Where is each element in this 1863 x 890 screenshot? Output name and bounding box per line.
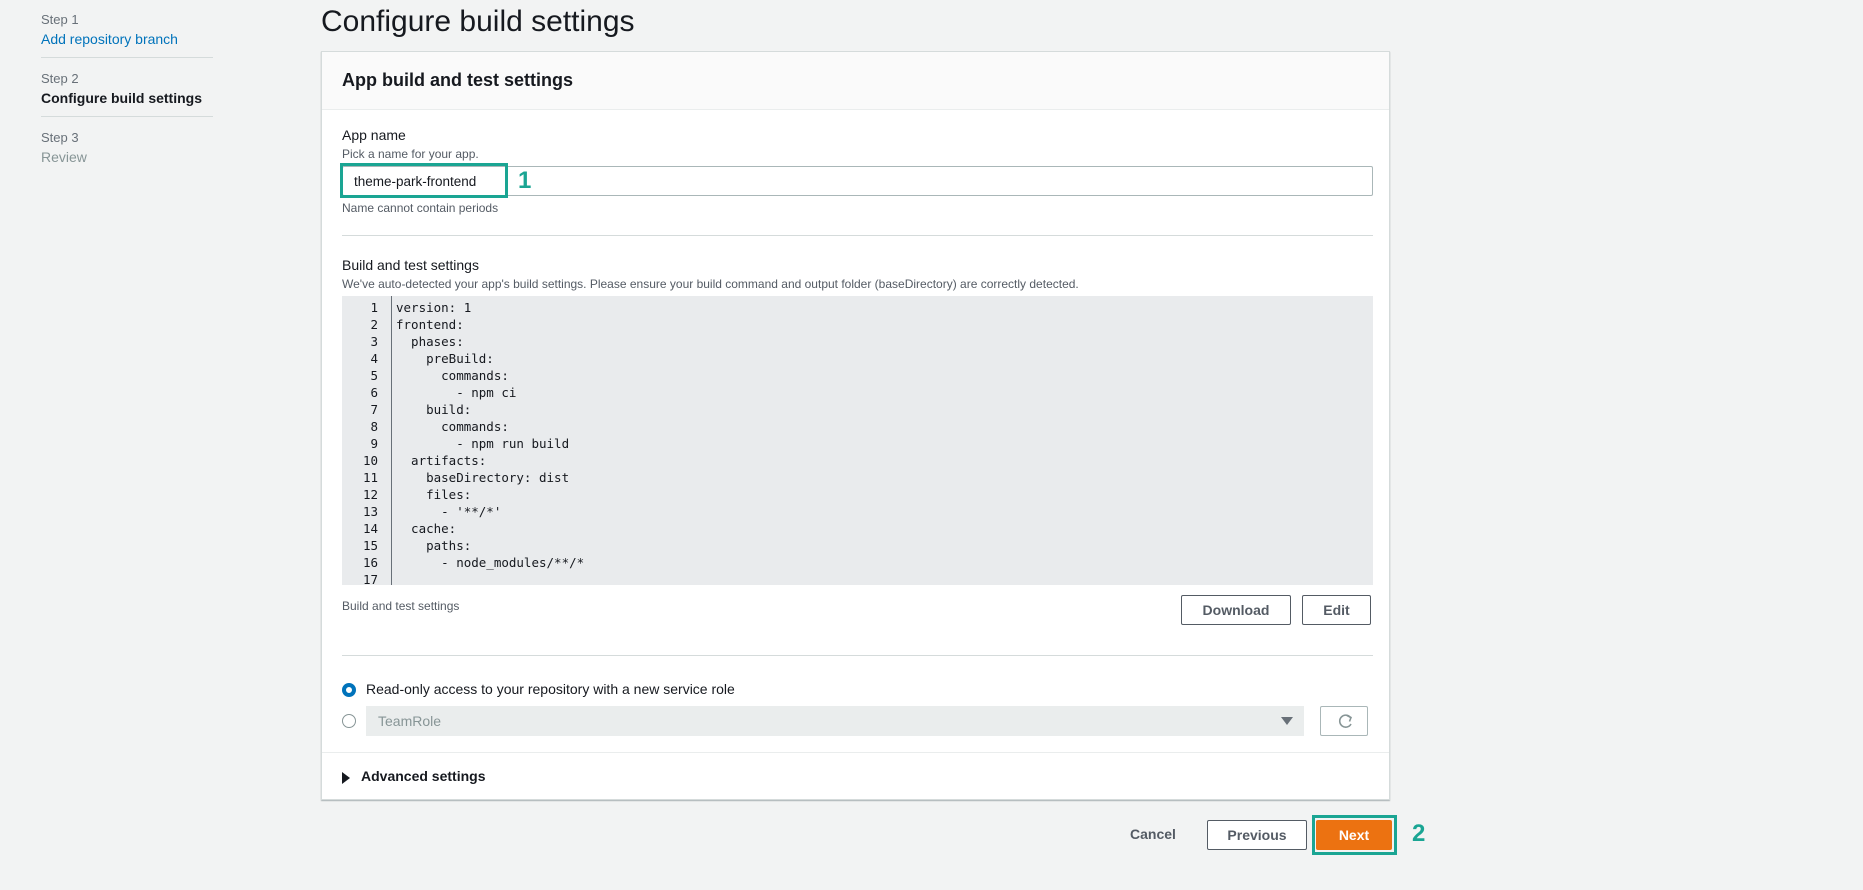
app-name-constraint: Name cannot contain periods: [342, 201, 499, 215]
section-divider-2: [342, 655, 1373, 656]
advanced-settings-label: Advanced settings: [361, 768, 486, 784]
build-settings-card: App build and test settings App name Pic…: [321, 51, 1390, 800]
line-number: 3: [370, 334, 378, 349]
step-1-link[interactable]: Add repository branch: [41, 31, 213, 47]
line-content: paths:: [396, 538, 472, 553]
radio-existing-role[interactable]: [342, 714, 356, 728]
download-button[interactable]: Download: [1181, 595, 1291, 625]
line-number: 9: [370, 436, 378, 451]
step-3: Step 3 Review: [41, 117, 213, 175]
step-2-number: Step 2: [41, 71, 79, 86]
code-line: 12 files:: [342, 486, 1373, 503]
line-number: 17: [362, 572, 378, 587]
code-line: 11 baseDirectory: dist: [342, 469, 1373, 486]
line-number: 14: [362, 521, 378, 536]
build-settings-description: We've auto-detected your app's build set…: [342, 277, 1079, 291]
dropdown-caret-icon: [1281, 717, 1293, 725]
annotation-highlight-1: [340, 163, 508, 198]
line-content: build:: [396, 402, 472, 417]
step-1: Step 1 Add repository branch: [41, 0, 213, 58]
line-content: - npm run build: [396, 436, 570, 451]
line-number: 16: [362, 555, 378, 570]
step-3-label: Review: [41, 149, 87, 165]
line-number: 2: [370, 317, 378, 332]
step-1-number: Step 1: [41, 12, 79, 27]
cancel-button[interactable]: Cancel: [1118, 820, 1188, 850]
line-content: version: 1: [396, 300, 472, 315]
build-settings-label: Build and test settings: [342, 257, 479, 273]
code-line: 7 build:: [342, 401, 1373, 418]
line-content: baseDirectory: dist: [396, 470, 570, 485]
line-content: frontend:: [396, 317, 464, 332]
line-content: preBuild:: [396, 351, 494, 366]
existing-role-select[interactable]: TeamRole: [366, 706, 1304, 736]
line-content: - npm ci: [396, 385, 517, 400]
code-line: 17: [342, 571, 1373, 588]
line-number: 1: [370, 300, 378, 315]
code-line: 6 - npm ci: [342, 384, 1373, 401]
annotation-highlight-2: [1312, 815, 1397, 855]
section-divider: [342, 235, 1373, 236]
line-number: 8: [370, 419, 378, 434]
line-content: commands:: [396, 368, 509, 383]
line-content: commands:: [396, 419, 509, 434]
line-content: phases:: [396, 334, 464, 349]
line-content: cache:: [396, 521, 457, 536]
page-title: Configure build settings: [321, 5, 635, 38]
card-header: App build and test settings: [322, 52, 1389, 110]
app-name-label: App name: [342, 127, 406, 143]
code-line: 5 commands:: [342, 367, 1373, 384]
code-line: 13 - '**/*': [342, 503, 1373, 520]
refresh-icon: [1338, 714, 1353, 728]
line-number: 4: [370, 351, 378, 366]
line-number: 7: [370, 402, 378, 417]
line-number: 12: [362, 487, 378, 502]
step-2-label: Configure build settings: [41, 90, 202, 106]
radio-new-service-role-label: Read-only access to your repository with…: [366, 681, 735, 697]
code-line: 1 version: 1: [342, 299, 1373, 316]
code-line: 8 commands:: [342, 418, 1373, 435]
card-title: App build and test settings: [342, 70, 574, 90]
refresh-roles-button[interactable]: [1320, 706, 1368, 736]
radio-new-service-role[interactable]: [342, 683, 356, 697]
expand-caret-icon: [342, 772, 350, 784]
line-number: 11: [362, 470, 378, 485]
line-number: 15: [362, 538, 378, 553]
existing-role-value: TeamRole: [378, 713, 442, 729]
code-line: 9 - npm run build: [342, 435, 1373, 452]
code-line: 14 cache:: [342, 520, 1373, 537]
line-number: 10: [362, 453, 378, 468]
code-line: 15 paths:: [342, 537, 1373, 554]
wizard-steps: Step 1 Add repository branch Step 2 Conf…: [41, 0, 213, 175]
build-settings-footer-label: Build and test settings: [342, 599, 460, 613]
line-content: files:: [396, 487, 472, 502]
build-spec-editor[interactable]: 1 version: 1 2 frontend: 3 phases: 4 preBuild…: [342, 296, 1373, 588]
annotation-marker-2: 2: [1412, 820, 1426, 847]
app-name-description: Pick a name for your app.: [342, 147, 479, 161]
step-2: Step 2 Configure build settings: [41, 58, 213, 117]
line-content: - '**/*': [396, 504, 502, 519]
edit-button[interactable]: Edit: [1302, 595, 1371, 625]
advanced-settings-expander[interactable]: Advanced settings: [322, 752, 1389, 800]
step-3-number: Step 3: [41, 130, 79, 145]
code-line: 16 - node_modules/**/*: [342, 554, 1373, 571]
code-line: 2 frontend:: [342, 316, 1373, 333]
line-content: artifacts:: [396, 453, 487, 468]
line-number: 6: [370, 385, 378, 400]
line-number: 5: [370, 368, 378, 383]
code-line: 10 artifacts:: [342, 452, 1373, 469]
line-number: 13: [362, 504, 378, 519]
previous-button[interactable]: Previous: [1207, 820, 1307, 850]
code-line: 3 phases:: [342, 333, 1373, 350]
annotation-marker-1: 1: [518, 167, 532, 194]
code-line: 4 preBuild:: [342, 350, 1373, 367]
line-content: - node_modules/**/*: [396, 555, 585, 570]
